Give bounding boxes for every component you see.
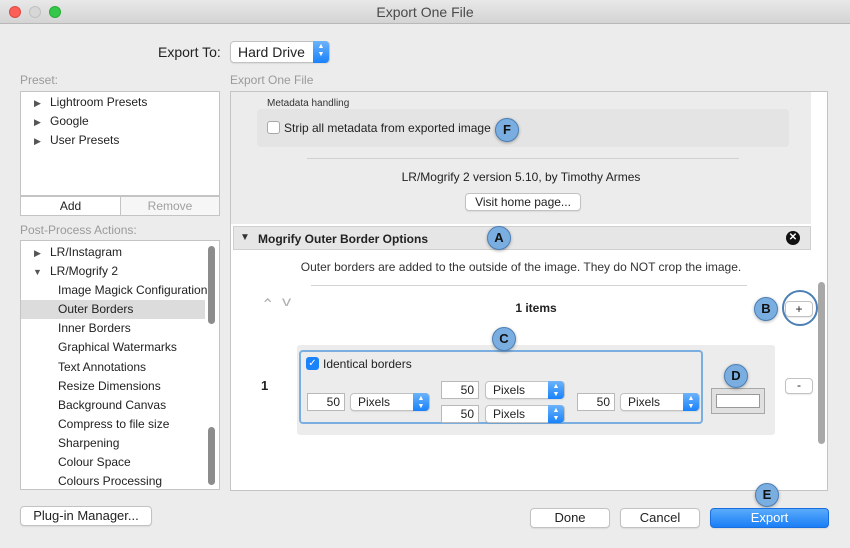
preset-label: Preset: xyxy=(20,73,59,87)
divider xyxy=(307,158,739,159)
post-process-item[interactable]: Sharpening xyxy=(58,436,119,450)
post-process-item[interactable]: Image Magick Configuration xyxy=(58,283,207,297)
border-colour-well[interactable] xyxy=(711,388,765,414)
bottom-unit-value: Pixels xyxy=(493,407,526,421)
right-unit-value: Pixels xyxy=(628,395,661,409)
post-process-label: Post-Process Actions: xyxy=(20,223,137,237)
post-process-item[interactable]: Colours Processing xyxy=(58,474,162,488)
bottom-unit-select[interactable]: Pixels ▲ ▼ xyxy=(485,405,565,423)
post-process-item-selected[interactable]: Outer Borders xyxy=(58,302,133,316)
callout-b: B xyxy=(754,297,778,321)
cancel-button[interactable]: Cancel xyxy=(620,508,700,528)
select-stepper-icon: ▲ ▼ xyxy=(313,41,329,63)
remove-item-button[interactable]: - xyxy=(785,378,813,394)
plugin-manager-button[interactable]: Plug-in Manager... xyxy=(20,506,152,526)
window-title: Export One File xyxy=(376,4,474,20)
identical-borders-label: Identical borders xyxy=(323,357,412,371)
expand-triangle-icon[interactable]: ▶ xyxy=(34,136,41,147)
select-stepper-icon: ▲ ▼ xyxy=(548,405,564,423)
export-to-value: Hard Drive xyxy=(238,44,305,60)
version-text: LR/Mogrify 2 version 5.10, by Timothy Ar… xyxy=(401,170,641,184)
preset-item[interactable]: Lightroom Presets xyxy=(50,95,147,109)
left-unit-value: Pixels xyxy=(358,395,391,409)
title-bar: Export One File xyxy=(0,0,850,24)
preset-item[interactable]: User Presets xyxy=(50,133,119,147)
post-process-list: ▶ LR/Instagram ▼ LR/Mogrify 2 Image Magi… xyxy=(20,240,220,490)
preset-button-bar: Add Remove xyxy=(20,196,220,216)
row-number: 1 xyxy=(261,378,269,393)
bottom-border-value[interactable]: 50 xyxy=(441,405,479,423)
left-unit-select[interactable]: Pixels ▲ ▼ xyxy=(350,393,430,411)
preset-list: ▶ Lightroom Presets ▶ Google ▶ User Pres… xyxy=(20,91,220,196)
select-stepper-icon: ▲ ▼ xyxy=(683,393,699,411)
post-process-item[interactable]: Inner Borders xyxy=(58,321,131,335)
main-scrollbar-thumb[interactable] xyxy=(818,282,825,444)
callout-e: E xyxy=(755,483,779,507)
metadata-area: Metadata handling Strip all metadata fro… xyxy=(231,92,811,224)
collapse-triangle-icon[interactable]: ▼ xyxy=(33,267,42,277)
callout-f: F xyxy=(495,118,519,142)
divider xyxy=(311,285,747,286)
metadata-box: Strip all metadata from exported image xyxy=(257,109,789,147)
callout-b-ring xyxy=(782,290,818,326)
main-section-label: Export One File xyxy=(230,73,314,87)
border-section-header[interactable]: ▼ Mogrify Outer Border Options ✕ xyxy=(233,226,811,250)
callout-d: D xyxy=(724,364,748,388)
add-preset-button[interactable]: Add xyxy=(21,197,121,215)
callout-a: A xyxy=(487,226,511,250)
items-count: 1 items xyxy=(515,301,557,315)
export-to-label: Export To: xyxy=(158,44,221,60)
border-description: Outer borders are added to the outside o… xyxy=(300,260,742,274)
border-section-title: Mogrify Outer Border Options xyxy=(258,232,429,246)
top-unit-value: Pixels xyxy=(493,383,526,397)
preset-item[interactable]: Google xyxy=(50,114,89,128)
expand-triangle-icon[interactable]: ▶ xyxy=(34,248,41,259)
expand-triangle-icon[interactable]: ▶ xyxy=(34,98,41,109)
close-section-icon[interactable]: ✕ xyxy=(786,231,800,245)
top-unit-select[interactable]: Pixels ▲ ▼ xyxy=(485,381,565,399)
post-process-item[interactable]: LR/Instagram xyxy=(50,245,122,259)
export-to-select[interactable]: Hard Drive ▲ ▼ xyxy=(230,41,330,63)
expand-triangle-icon[interactable]: ▶ xyxy=(34,117,41,128)
callout-c: C xyxy=(492,327,516,351)
strip-metadata-label: Strip all metadata from exported image xyxy=(284,121,491,135)
visit-home-page-button[interactable]: Visit home page... xyxy=(465,193,581,211)
post-process-item[interactable]: Compress to file size xyxy=(58,417,169,431)
identical-borders-checkbox[interactable]: ✓ xyxy=(306,357,319,370)
metadata-title: Metadata handling xyxy=(267,98,350,109)
left-border-value[interactable]: 50 xyxy=(307,393,345,411)
post-process-item[interactable]: Colour Space xyxy=(58,455,131,469)
post-process-item[interactable]: Background Canvas xyxy=(58,398,166,412)
border-colour-swatch xyxy=(716,394,760,408)
strip-metadata-checkbox[interactable] xyxy=(267,121,280,134)
select-stepper-icon: ▲ ▼ xyxy=(548,381,564,399)
list-scrollbar-thumb[interactable] xyxy=(208,427,215,485)
top-border-value[interactable]: 50 xyxy=(441,381,479,399)
done-button[interactable]: Done xyxy=(530,508,610,528)
post-process-item[interactable]: Resize Dimensions xyxy=(58,379,161,393)
export-button[interactable]: Export xyxy=(710,508,829,528)
post-process-item[interactable]: Text Annotations xyxy=(58,360,146,374)
right-border-value[interactable]: 50 xyxy=(577,393,615,411)
list-scrollbar-thumb[interactable] xyxy=(208,246,215,324)
post-process-item[interactable]: LR/Mogrify 2 xyxy=(50,264,118,278)
right-unit-select[interactable]: Pixels ▲ ▼ xyxy=(620,393,700,411)
remove-preset-button[interactable]: Remove xyxy=(121,197,219,215)
post-process-item[interactable]: Graphical Watermarks xyxy=(58,340,177,354)
collapse-section-icon[interactable]: ▼ xyxy=(240,232,250,243)
main-panel: Metadata handling Strip all metadata fro… xyxy=(230,91,828,491)
select-stepper-icon: ▲ ▼ xyxy=(413,393,429,411)
